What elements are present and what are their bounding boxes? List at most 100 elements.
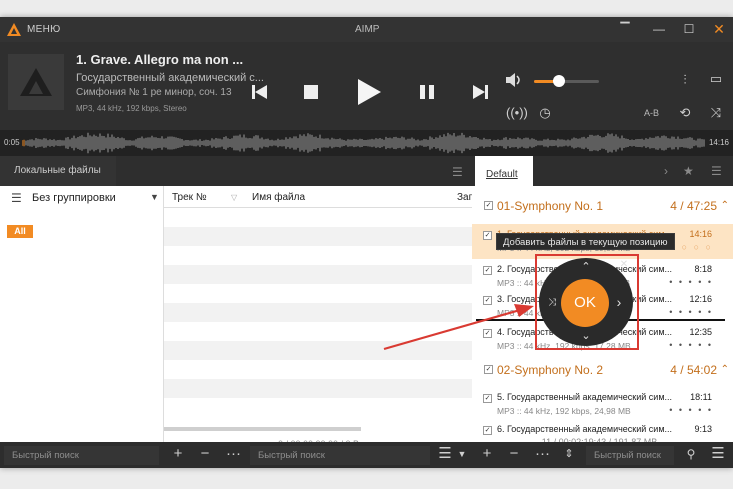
track-format-info: MP3, 44 kHz, 192 kbps, Stereo (76, 104, 187, 113)
search-icon[interactable]: ⚲ (684, 445, 698, 463)
menu-icon[interactable]: ☰ (711, 164, 722, 178)
all-filter-badge[interactable]: All (7, 225, 33, 238)
item-checkbox[interactable]: ✓ (483, 426, 492, 435)
track-title: 1. Grave. Allegro ma non ... (76, 52, 244, 67)
play-icon[interactable] (358, 79, 381, 105)
grouping-label: Без группировки (32, 192, 116, 204)
item-checkbox[interactable]: ✓ (483, 329, 492, 338)
elapsed-time: 0:05 (4, 138, 20, 147)
tooltip: Добавить файлы в текущую позицию (496, 233, 675, 250)
remove-icon[interactable]: − (198, 445, 212, 463)
add-icon[interactable]: + (480, 445, 494, 463)
sort-icon[interactable]: ⇕ (562, 445, 576, 463)
menu-icon[interactable]: ☰ (452, 165, 464, 179)
search-input-library[interactable]: Быстрый поиск (250, 446, 430, 465)
stop-icon[interactable] (304, 85, 318, 99)
player-panel: 1. Grave. Allegro ma non ... Государстве… (0, 42, 733, 130)
volume-slider[interactable] (534, 80, 599, 83)
volume-knob[interactable] (553, 75, 565, 87)
item-title: 6. Государственный академический сим... (497, 424, 673, 434)
table-row (164, 227, 473, 246)
star-icon[interactable]: ★ (683, 164, 694, 178)
group-summary: 4 / 47:25 (670, 199, 717, 213)
chevron-up-icon[interactable]: ⌃ (721, 200, 729, 211)
item-rating[interactable]: • • • • • (669, 277, 713, 287)
item-duration: 8:18 (694, 264, 712, 274)
item-checkbox[interactable]: ✓ (483, 231, 492, 240)
track-album: Симфония № 1 ре минор, соч. 13 (76, 87, 232, 98)
item-duration: 12:16 (689, 294, 712, 304)
visualization-icon[interactable]: ▭ (709, 72, 723, 86)
local-files-pane: Локальные файлы ☰ ☰ Без группировки ▼ Al… (0, 156, 478, 449)
grouping-selector[interactable]: ☰ Без группировки ▼ (0, 186, 163, 210)
group-checkbox[interactable]: ✓ (484, 201, 493, 210)
group-summary: 4 / 54:02 (670, 363, 717, 377)
radio-icon[interactable]: ((•)) (506, 106, 528, 120)
bottom-toolbar: Быстрый поиск + − ··· Быстрый поиск ☰ ▼ … (0, 442, 733, 468)
list-icon: ☰ (11, 191, 22, 205)
more-icon[interactable]: ··· (226, 445, 241, 463)
close-icon[interactable]: ✕ (710, 21, 728, 37)
track-artist: Государственный академический с... (76, 72, 264, 84)
album-cover (8, 54, 64, 110)
item-rating[interactable]: • • • • • (669, 405, 713, 415)
waveform-seekbar[interactable]: 0:05 14:16 (0, 130, 733, 156)
chevron-down-icon: ▼ (150, 192, 159, 202)
table-row (164, 379, 473, 398)
item-checkbox[interactable]: ✓ (483, 296, 492, 305)
menu-button[interactable]: МЕНЮ (27, 24, 61, 35)
minimize-icon[interactable]: — (650, 21, 668, 37)
filter-icon[interactable]: ▽ (231, 193, 237, 202)
item-duration: 12:35 (689, 327, 712, 337)
ab-repeat-button[interactable]: A-B (644, 108, 659, 118)
item-duration: 18:11 (690, 392, 712, 402)
shuffle-icon[interactable]: ⤨ (709, 106, 723, 120)
repeat-icon[interactable]: ⟲ (678, 106, 692, 120)
playlist-group[interactable]: ✓ 01-Symphony No. 1 4 / 47:25 (472, 194, 733, 218)
column-track-no[interactable]: Трек № (172, 192, 207, 203)
next-icon[interactable] (473, 85, 488, 99)
playlist-item[interactable]: ✓ 5. Государственный академический сим..… (472, 387, 733, 422)
collapse-icon[interactable]: ▔ (616, 21, 634, 37)
menu-icon[interactable]: ☰ (438, 445, 452, 463)
horizontal-scrollbar[interactable] (164, 427, 361, 431)
more-icon[interactable]: ··· (535, 445, 550, 463)
search-input-local[interactable]: Быстрый поиск (4, 446, 159, 465)
remove-icon[interactable]: − (507, 445, 521, 463)
add-icon[interactable]: + (171, 445, 185, 463)
tab-strip (116, 156, 472, 186)
item-duration: 9:13 (694, 424, 712, 434)
playlist-group[interactable]: ✓ 02-Symphony No. 2 4 / 54:02 (472, 358, 733, 382)
item-rating[interactable]: • • • • • (669, 340, 713, 350)
maximize-icon[interactable]: ☐ (680, 21, 698, 37)
group-name: 01-Symphony No. 1 (497, 199, 604, 213)
chevron-right-icon[interactable]: › (664, 164, 668, 178)
table-row (164, 341, 473, 360)
total-time: 14:16 (708, 138, 729, 147)
group-name: 02-Symphony No. 2 (497, 363, 604, 377)
chevron-up-icon[interactable]: ⌃ (721, 364, 729, 375)
tab-default-playlist[interactable]: Default (475, 156, 533, 186)
grouping-pane: ☰ Без группировки ▼ All (0, 186, 163, 442)
pause-icon[interactable] (420, 85, 434, 99)
playlist-item[interactable]: ✓ 6. Государственный академический сим..… (472, 419, 733, 439)
chevron-down-icon[interactable]: ▼ (455, 445, 469, 463)
window-title: AIMP (355, 24, 380, 35)
item-checkbox[interactable]: ✓ (483, 266, 492, 275)
item-meta: MP3 :: 44 kHz, 192 kbps, 24,98 MB (497, 406, 631, 416)
menu-icon[interactable]: ☰ (711, 445, 725, 463)
item-rating[interactable]: • • • • • (669, 307, 713, 317)
column-file-name[interactable]: Имя файла (252, 192, 305, 203)
equalizer-icon[interactable]: ⫶ (678, 73, 692, 87)
previous-icon[interactable] (252, 85, 267, 99)
tab-local-files[interactable]: Локальные файлы (0, 156, 116, 186)
waveform-graphic (22, 132, 705, 154)
search-input-playlist[interactable]: Быстрый поиск (586, 446, 674, 465)
volume-icon[interactable] (506, 73, 521, 87)
group-checkbox[interactable]: ✓ (484, 365, 493, 374)
item-checkbox[interactable]: ✓ (483, 394, 492, 403)
table-header: Трек № ▽ Имя файла Загр (164, 186, 478, 208)
aimp-logo-icon[interactable] (7, 23, 21, 36)
timer-icon[interactable]: ◷ (538, 106, 552, 120)
aimp-cover-logo-icon (20, 68, 52, 96)
